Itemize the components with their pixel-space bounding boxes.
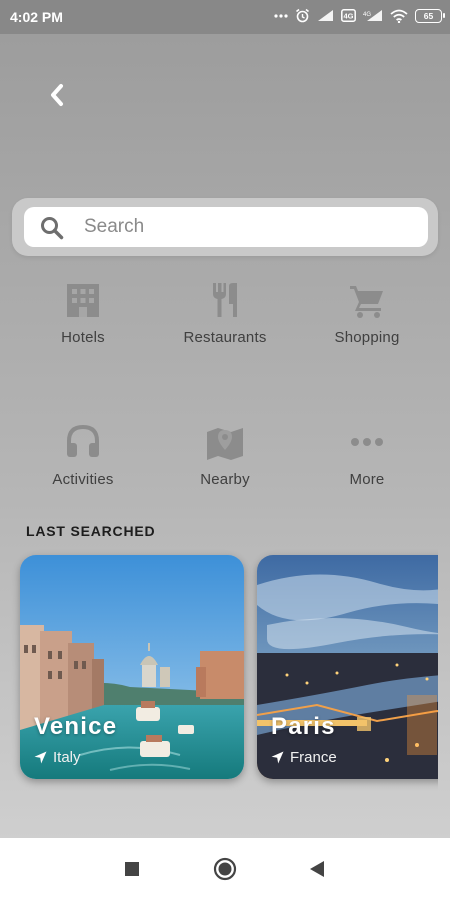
destination-card-paris[interactable]: Paris France — [257, 555, 438, 779]
more-dots-icon — [351, 438, 383, 446]
headphones-icon — [67, 424, 99, 457]
hotel-icon — [67, 284, 99, 317]
venice-photo — [20, 555, 244, 779]
category-label: More — [349, 471, 385, 488]
category-label: Restaurants — [183, 329, 267, 346]
status-bar: 4:02 PM 4G 4G 65 — [0, 0, 450, 34]
status-time: 4:02 PM — [10, 9, 63, 25]
restaurant-icon — [213, 283, 237, 317]
location-arrow-icon — [271, 751, 284, 764]
battery-level: 65 — [423, 10, 434, 21]
home-button[interactable] — [210, 854, 240, 884]
more-notifications-icon — [274, 13, 288, 18]
search-box[interactable] — [24, 207, 428, 247]
shopping-cart-icon — [350, 286, 383, 318]
battery-icon: 65 — [415, 8, 445, 23]
search-bar-container — [12, 198, 438, 256]
recent-apps-button[interactable] — [117, 854, 147, 884]
search-icon — [41, 217, 64, 240]
paris-photo — [257, 555, 438, 779]
card-country-label: France — [290, 749, 337, 766]
category-activities[interactable]: Activities — [28, 424, 138, 488]
wifi-icon — [390, 9, 408, 23]
volte-icon: 4G — [341, 9, 356, 22]
category-label: Shopping — [334, 329, 400, 346]
category-shopping[interactable]: Shopping — [312, 282, 422, 346]
home-circle-icon — [213, 857, 237, 881]
android-nav-bar — [0, 838, 450, 900]
category-hotels[interactable]: Hotels — [28, 282, 138, 346]
destination-card-venice[interactable]: Venice Italy — [20, 555, 244, 779]
last-searched-carousel[interactable]: Venice Italy Paris France — [0, 540, 438, 800]
card-country: Italy — [34, 749, 81, 766]
card-city: Venice — [34, 713, 118, 740]
svg-text:4G: 4G — [363, 12, 371, 18]
card-country: France — [271, 749, 337, 766]
category-nearby[interactable]: Nearby — [170, 424, 280, 488]
map-pin-icon — [207, 428, 243, 460]
category-label: Nearby — [200, 471, 250, 488]
last-searched-title: LAST SEARCHED — [26, 523, 156, 539]
location-arrow-icon — [34, 751, 47, 764]
search-input[interactable] — [84, 207, 414, 247]
category-label: Hotels — [61, 329, 105, 346]
chevron-left-icon — [51, 84, 63, 106]
signal-2-icon: 4G — [363, 10, 382, 21]
category-more[interactable]: More — [312, 424, 422, 488]
category-restaurants[interactable]: Restaurants — [170, 282, 280, 346]
square-icon — [125, 862, 139, 876]
back-button[interactable] — [40, 78, 74, 112]
signal-icon — [318, 10, 333, 21]
svg-text:4G: 4G — [343, 12, 353, 21]
card-city: Paris — [271, 713, 336, 740]
category-label: Activities — [52, 471, 114, 488]
card-country-label: Italy — [53, 749, 81, 766]
alarm-icon — [296, 8, 309, 23]
triangle-back-icon — [310, 861, 324, 877]
status-icons: 4G 4G 65 — [274, 8, 445, 23]
back-nav-button[interactable] — [302, 854, 332, 884]
